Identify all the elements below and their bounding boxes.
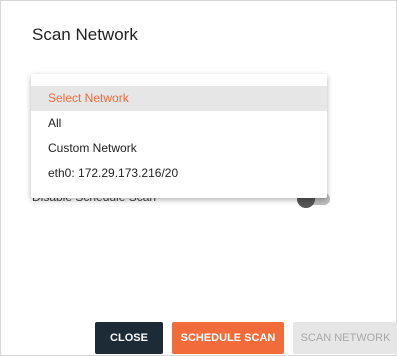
dialog-title: Scan Network <box>32 25 138 44</box>
scan-network-dialog: Scan Network Disable Schedule Scan Selec… <box>0 0 397 356</box>
dropdown-option-custom-network[interactable]: Custom Network <box>31 136 327 161</box>
schedule-scan-button[interactable]: SCHEDULE SCAN <box>172 322 284 354</box>
dropdown-option-eth0[interactable]: eth0: 172.29.173.216/20 <box>31 161 327 186</box>
dropdown-option-select-network[interactable]: Select Network <box>31 86 327 111</box>
scan-network-button[interactable]: SCAN NETWORK <box>293 322 397 354</box>
network-dropdown-menu: Select Network All Custom Network eth0: … <box>31 74 327 198</box>
close-button[interactable]: CLOSE <box>95 322 163 354</box>
dropdown-option-all[interactable]: All <box>31 111 327 136</box>
